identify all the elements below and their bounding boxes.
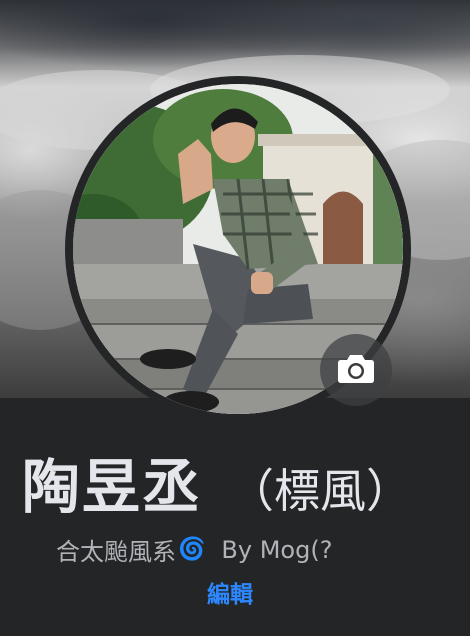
profile-name-row: 陶昱丞 （標風） xyxy=(22,440,462,524)
cyclone-emoji-icon: 🌀 xyxy=(178,537,206,562)
profile-name: 陶昱丞 xyxy=(22,453,203,521)
bio-text: 合太颱風系 xyxy=(56,538,176,566)
bio-suffix: By Mog(? xyxy=(221,535,333,564)
change-profile-picture-button[interactable] xyxy=(320,334,392,406)
camera-icon xyxy=(337,352,375,388)
profile-alternate-name: （標風） xyxy=(228,464,413,518)
edit-bio-link[interactable]: 編輯 xyxy=(207,575,253,609)
profile-bio: 合太颱風系 🌀 By Mog(? xyxy=(56,532,332,567)
